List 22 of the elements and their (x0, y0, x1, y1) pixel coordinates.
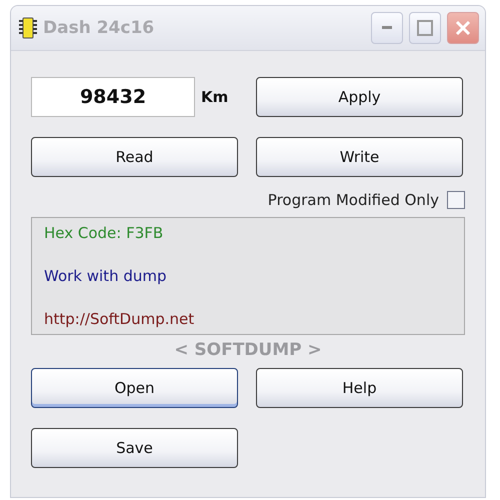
close-button[interactable] (447, 12, 479, 44)
message-text: Hex Code: F3FB (44, 224, 164, 242)
maximize-icon (417, 20, 433, 36)
message-text: http://SoftDump.net (44, 310, 196, 328)
close-icon (455, 20, 471, 36)
button[interactable]: Open (31, 368, 238, 408)
odometer-field[interactable]: 98432 (31, 77, 195, 117)
checkbox[interactable] (447, 191, 465, 209)
button[interactable]: Help (256, 368, 463, 408)
unit-label: Km (201, 88, 228, 106)
button[interactable]: Write (256, 137, 463, 177)
button[interactable]: Save (31, 428, 238, 468)
maximize-button[interactable] (409, 12, 441, 44)
window-title: Dash 24c16 (43, 18, 156, 38)
chip-icon (19, 17, 37, 39)
checkbox-label: Program Modified Only (268, 191, 439, 209)
button[interactable]: Read (31, 137, 238, 177)
message-text: Work with dump (44, 267, 168, 285)
minimize-button[interactable] (371, 12, 403, 44)
minimize-icon (382, 26, 392, 30)
brand-text: < SOFTDUMP > (174, 340, 322, 360)
button[interactable]: Apply (256, 77, 463, 117)
